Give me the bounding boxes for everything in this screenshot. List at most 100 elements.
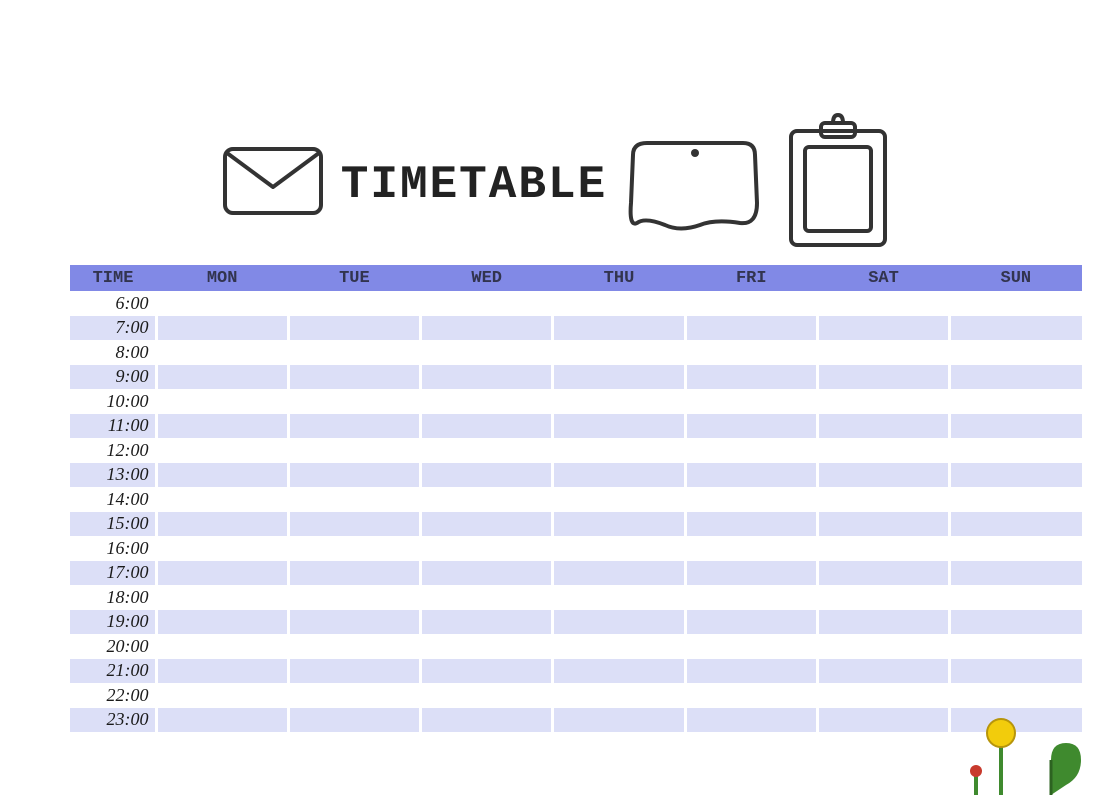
schedule-cell[interactable] <box>817 365 949 390</box>
schedule-cell[interactable] <box>950 536 1082 561</box>
schedule-cell[interactable] <box>421 585 553 610</box>
schedule-cell[interactable] <box>553 438 685 463</box>
schedule-cell[interactable] <box>817 610 949 635</box>
schedule-cell[interactable] <box>288 414 420 439</box>
schedule-cell[interactable] <box>288 340 420 365</box>
schedule-cell[interactable] <box>156 438 288 463</box>
schedule-cell[interactable] <box>553 316 685 341</box>
schedule-cell[interactable] <box>421 389 553 414</box>
schedule-cell[interactable] <box>817 438 949 463</box>
schedule-cell[interactable] <box>817 708 949 733</box>
schedule-cell[interactable] <box>288 659 420 684</box>
schedule-cell[interactable] <box>421 316 553 341</box>
schedule-cell[interactable] <box>288 610 420 635</box>
schedule-cell[interactable] <box>817 414 949 439</box>
schedule-cell[interactable] <box>685 340 817 365</box>
schedule-cell[interactable] <box>156 634 288 659</box>
schedule-cell[interactable] <box>288 463 420 488</box>
schedule-cell[interactable] <box>685 463 817 488</box>
schedule-cell[interactable] <box>553 463 685 488</box>
schedule-cell[interactable] <box>421 683 553 708</box>
schedule-cell[interactable] <box>685 708 817 733</box>
schedule-cell[interactable] <box>950 683 1082 708</box>
schedule-cell[interactable] <box>421 512 553 537</box>
schedule-cell[interactable] <box>288 365 420 390</box>
schedule-cell[interactable] <box>156 316 288 341</box>
schedule-cell[interactable] <box>156 389 288 414</box>
schedule-cell[interactable] <box>553 708 685 733</box>
schedule-cell[interactable] <box>817 585 949 610</box>
schedule-cell[interactable] <box>685 316 817 341</box>
schedule-cell[interactable] <box>685 536 817 561</box>
schedule-cell[interactable] <box>950 340 1082 365</box>
schedule-cell[interactable] <box>553 585 685 610</box>
schedule-cell[interactable] <box>156 561 288 586</box>
schedule-cell[interactable] <box>288 291 420 316</box>
schedule-cell[interactable] <box>817 659 949 684</box>
schedule-cell[interactable] <box>421 536 553 561</box>
schedule-cell[interactable] <box>950 610 1082 635</box>
schedule-cell[interactable] <box>553 487 685 512</box>
schedule-cell[interactable] <box>553 512 685 537</box>
schedule-cell[interactable] <box>685 365 817 390</box>
schedule-cell[interactable] <box>685 389 817 414</box>
schedule-cell[interactable] <box>288 487 420 512</box>
schedule-cell[interactable] <box>685 610 817 635</box>
schedule-cell[interactable] <box>421 634 553 659</box>
schedule-cell[interactable] <box>817 487 949 512</box>
schedule-cell[interactable] <box>950 316 1082 341</box>
schedule-cell[interactable] <box>421 365 553 390</box>
schedule-cell[interactable] <box>685 683 817 708</box>
schedule-cell[interactable] <box>156 610 288 635</box>
schedule-cell[interactable] <box>156 365 288 390</box>
schedule-cell[interactable] <box>156 536 288 561</box>
schedule-cell[interactable] <box>817 340 949 365</box>
schedule-cell[interactable] <box>553 683 685 708</box>
schedule-cell[interactable] <box>817 463 949 488</box>
schedule-cell[interactable] <box>685 659 817 684</box>
schedule-cell[interactable] <box>156 414 288 439</box>
schedule-cell[interactable] <box>421 708 553 733</box>
schedule-cell[interactable] <box>553 340 685 365</box>
schedule-cell[interactable] <box>685 414 817 439</box>
schedule-cell[interactable] <box>421 291 553 316</box>
schedule-cell[interactable] <box>553 634 685 659</box>
schedule-cell[interactable] <box>421 487 553 512</box>
schedule-cell[interactable] <box>156 708 288 733</box>
schedule-cell[interactable] <box>288 536 420 561</box>
schedule-cell[interactable] <box>288 634 420 659</box>
schedule-cell[interactable] <box>288 585 420 610</box>
schedule-cell[interactable] <box>421 438 553 463</box>
schedule-cell[interactable] <box>553 561 685 586</box>
schedule-cell[interactable] <box>685 438 817 463</box>
schedule-cell[interactable] <box>950 463 1082 488</box>
schedule-cell[interactable] <box>288 389 420 414</box>
schedule-cell[interactable] <box>685 561 817 586</box>
schedule-cell[interactable] <box>685 487 817 512</box>
schedule-cell[interactable] <box>288 438 420 463</box>
schedule-cell[interactable] <box>685 585 817 610</box>
schedule-cell[interactable] <box>817 634 949 659</box>
schedule-cell[interactable] <box>950 512 1082 537</box>
schedule-cell[interactable] <box>421 610 553 635</box>
schedule-cell[interactable] <box>685 291 817 316</box>
schedule-cell[interactable] <box>421 561 553 586</box>
schedule-cell[interactable] <box>950 634 1082 659</box>
schedule-cell[interactable] <box>553 414 685 439</box>
schedule-cell[interactable] <box>817 316 949 341</box>
schedule-cell[interactable] <box>817 561 949 586</box>
schedule-cell[interactable] <box>817 512 949 537</box>
schedule-cell[interactable] <box>817 389 949 414</box>
schedule-cell[interactable] <box>950 561 1082 586</box>
schedule-cell[interactable] <box>156 683 288 708</box>
schedule-cell[interactable] <box>553 291 685 316</box>
schedule-cell[interactable] <box>421 340 553 365</box>
schedule-cell[interactable] <box>156 291 288 316</box>
schedule-cell[interactable] <box>156 463 288 488</box>
schedule-cell[interactable] <box>950 438 1082 463</box>
schedule-cell[interactable] <box>156 659 288 684</box>
schedule-cell[interactable] <box>421 659 553 684</box>
schedule-cell[interactable] <box>288 561 420 586</box>
schedule-cell[interactable] <box>421 463 553 488</box>
schedule-cell[interactable] <box>685 634 817 659</box>
